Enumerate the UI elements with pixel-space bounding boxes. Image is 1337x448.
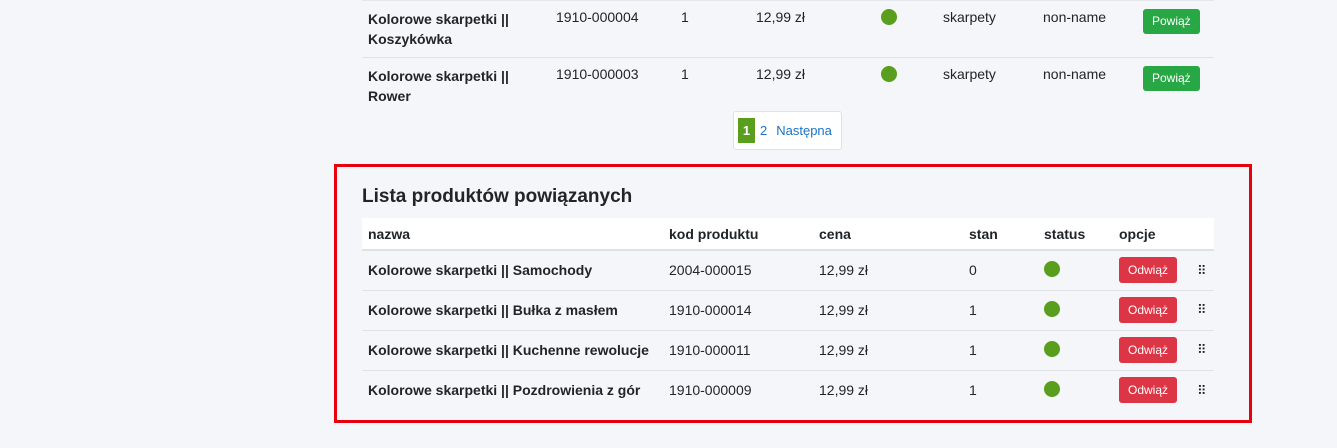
product-code: 1910-000009 xyxy=(669,382,752,399)
product-name: Kolorowe skarpetki || Koszykówka xyxy=(362,1,550,58)
page-2-link[interactable]: 2 xyxy=(760,123,767,138)
product-stock: 1 xyxy=(969,382,977,399)
product-stock: 0 xyxy=(969,262,977,279)
product-name: Kolorowe skarpetki || Samochody xyxy=(368,262,593,279)
table-row: Kolorowe skarpetki || Rower 1910-000003 … xyxy=(362,57,1214,115)
product-price: 12,99 zł xyxy=(819,302,869,318)
header-stock: stan xyxy=(969,225,998,242)
page-1-current[interactable]: 1 xyxy=(738,118,755,143)
product-brand: non-name xyxy=(1043,9,1107,25)
table-row: Kolorowe skarpetki || Kuchenne rewolucje… xyxy=(362,330,1214,370)
status-dot-icon xyxy=(1044,340,1060,357)
next-page-link[interactable]: Następna xyxy=(776,123,832,138)
product-code: 1910-000014 xyxy=(669,302,752,318)
options-cell: Odwiąż ⠿ xyxy=(1113,250,1214,290)
status-dot-icon xyxy=(881,9,897,25)
product-price: 12,99 zł xyxy=(756,9,806,25)
product-stock: 1 xyxy=(969,342,977,358)
product-qty: 1 xyxy=(681,66,689,82)
drag-handle-icon[interactable]: ⠿ xyxy=(1197,263,1207,279)
header-options: opcje xyxy=(1119,225,1156,242)
product-price: 12,99 zł xyxy=(819,262,869,279)
status-cell xyxy=(1038,290,1113,330)
product-code: 1910-000011 xyxy=(669,342,751,358)
product-name: Kolorowe skarpetki || Pozdrowienia z gór xyxy=(368,382,641,399)
products-table: Kolorowe skarpetki || Koszykówka 1910-00… xyxy=(362,0,1214,114)
action-cell: Powiąż xyxy=(1137,1,1214,58)
drag-handle-icon[interactable]: ⠿ xyxy=(1197,342,1207,358)
drag-handle-icon[interactable]: ⠿ xyxy=(1197,302,1207,318)
product-name: Kolorowe skarpetki || Rower xyxy=(368,68,509,104)
table-row: Kolorowe skarpetki || Pozdrowienia z gór… xyxy=(362,370,1214,410)
product-qty: 1 xyxy=(681,9,689,25)
status-dot-icon xyxy=(1044,260,1060,277)
unbind-button[interactable]: Odwiąż xyxy=(1119,377,1178,404)
table-row: Kolorowe skarpetki || Koszykówka 1910-00… xyxy=(362,0,1214,58)
product-price: 12,99 zł xyxy=(756,66,806,82)
product-stock: 1 xyxy=(969,302,977,318)
table-header-row: nazwa kod produktu cena stan status opcj… xyxy=(362,218,1214,250)
product-code: 2004-000015 xyxy=(669,262,752,279)
product-code: 1910-000004 xyxy=(556,9,639,25)
action-cell: Powiąż xyxy=(1137,58,1214,115)
status-dot-icon xyxy=(881,66,897,82)
header-price: cena xyxy=(819,225,851,242)
status-cell xyxy=(1038,250,1113,290)
unbind-button[interactable]: Odwiąż xyxy=(1119,297,1178,323)
table-row: Kolorowe skarpetki || Samochody 2004-000… xyxy=(362,250,1214,290)
product-brand: non-name xyxy=(1043,66,1107,82)
header-name: nazwa xyxy=(368,225,411,242)
bind-button[interactable]: Powiąż xyxy=(1143,9,1200,34)
status-cell xyxy=(875,1,937,58)
product-code: 1910-000003 xyxy=(556,66,639,82)
product-name: Kolorowe skarpetki || Kuchenne rewolucje xyxy=(368,342,649,358)
status-cell xyxy=(1038,370,1113,410)
product-name-line: Kolorowe skarpetki || xyxy=(368,11,509,27)
bind-button[interactable]: Powiąż xyxy=(1143,66,1200,91)
unbind-button[interactable]: Odwiąż xyxy=(1119,337,1178,363)
unbind-button[interactable]: Odwiąż xyxy=(1119,257,1178,284)
header-status: status xyxy=(1044,225,1086,242)
drag-handle-icon[interactable]: ⠿ xyxy=(1197,383,1207,399)
options-cell: Odwiąż ⠿ xyxy=(1113,330,1214,370)
status-cell xyxy=(875,58,937,115)
status-dot-icon xyxy=(1044,380,1060,397)
table-row: Kolorowe skarpetki || Bułka z masłem 191… xyxy=(362,290,1214,330)
header-code: kod produktu xyxy=(669,225,759,242)
section-title: Lista produktów powiązanych xyxy=(362,186,633,207)
related-products-table: nazwa kod produktu cena stan status opcj… xyxy=(362,218,1214,410)
product-name-line: Koszykówka xyxy=(368,31,453,47)
product-name: Kolorowe skarpetki || Bułka z masłem xyxy=(368,302,618,318)
product-category: skarpety xyxy=(943,9,996,25)
product-price: 12,99 zł xyxy=(819,342,869,358)
options-cell: Odwiąż ⠿ xyxy=(1113,370,1214,410)
product-price: 12,99 zł xyxy=(819,382,869,399)
product-category: skarpety xyxy=(943,66,996,82)
options-cell: Odwiąż ⠿ xyxy=(1113,290,1214,330)
status-cell xyxy=(1038,330,1113,370)
pagination: 1 2 Następna xyxy=(733,111,842,150)
status-dot-icon xyxy=(1044,300,1060,317)
